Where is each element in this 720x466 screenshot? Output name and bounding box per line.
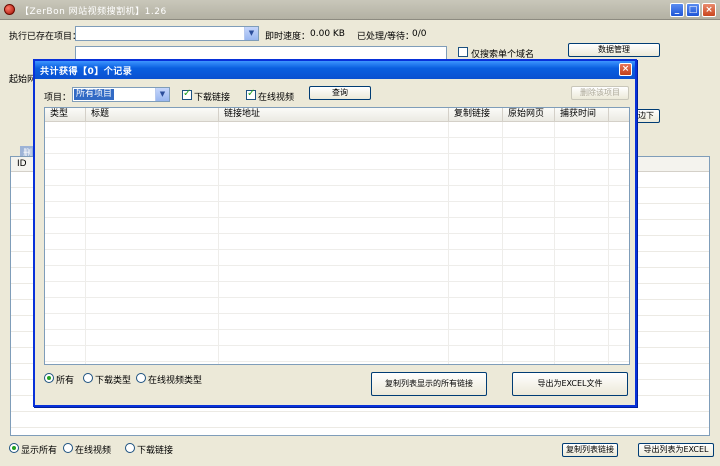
exec-project-combo[interactable]: ▼ (75, 26, 259, 41)
chevron-down-icon[interactable]: ▼ (244, 27, 258, 40)
project-select[interactable]: 所有项目 ▼ (72, 87, 170, 102)
grid-vline (448, 122, 449, 364)
online-video-radio[interactable] (63, 443, 73, 453)
show-all-label: 显示所有 (21, 446, 58, 456)
filter-download-label: 下载类型 (95, 376, 132, 386)
project-select-value: 所有项目 (74, 89, 115, 100)
filter-online-video-radio[interactable] (136, 373, 146, 383)
column-type[interactable]: 类型 (45, 108, 86, 122)
show-all-radio[interactable] (9, 443, 19, 453)
speed-value: 0.00 KB (310, 29, 345, 39)
download-link-radio[interactable] (125, 443, 135, 453)
query-button[interactable]: 查询 (309, 86, 371, 100)
download-link-label: 下载链接 (137, 446, 174, 456)
column-url[interactable]: 链接地址 (219, 108, 449, 122)
online-video-checkbox[interactable] (246, 88, 256, 100)
filter-all-label: 所有 (56, 376, 75, 386)
export-list-excel-button[interactable]: 导出列表为EXCEL (638, 443, 714, 457)
copy-all-links-button[interactable]: 复制列表显示的所有链接 (371, 372, 487, 396)
dialog-title: 共计获得【0】个记录 (40, 67, 133, 77)
records-list-header: 类型 标题 链接地址 复制链接 原始网页 捕获时间 (45, 108, 629, 122)
minimize-button[interactable]: _ (670, 3, 684, 17)
grid-vline (85, 122, 86, 364)
app-icon[interactable] (4, 4, 15, 15)
filter-online-video-label: 在线视频类型 (148, 376, 203, 386)
grid-vline (502, 122, 503, 364)
download-link-filter-label: 下载链接 (194, 93, 231, 103)
records-list-rows (45, 122, 629, 364)
records-dialog[interactable]: 共计获得【0】个记录 × 项目： 所有项目 ▼ 下载链接 在线视频 查询 删除该… (33, 59, 637, 407)
column-title[interactable]: 标题 (86, 108, 219, 122)
grid-vline (218, 122, 219, 364)
column-capture-time[interactable]: 捕获时间 (555, 108, 609, 122)
records-list[interactable]: 类型 标题 链接地址 复制链接 原始网页 捕获时间 (44, 107, 630, 365)
download-link-checkbox[interactable] (182, 88, 192, 100)
grid-vline (554, 122, 555, 364)
chevron-down-icon[interactable]: ▼ (155, 88, 169, 101)
dialog-close-button[interactable]: × (619, 63, 632, 76)
column-source-page[interactable]: 原始网页 (503, 108, 555, 122)
column-copy-link[interactable]: 复制链接 (449, 108, 503, 122)
start-url-label: 起始网 (9, 75, 37, 85)
filter-all-radio[interactable] (44, 373, 54, 383)
filter-download-radio[interactable] (83, 373, 93, 383)
single-domain-checkbox[interactable] (458, 47, 468, 57)
data-manage-button[interactable]: 数据管理 (568, 43, 660, 57)
maximize-button[interactable]: □ (686, 3, 700, 17)
grid-vline (608, 122, 609, 364)
dialog-titlebar[interactable]: 共计获得【0】个记录 × (35, 61, 635, 79)
export-excel-button[interactable]: 导出为EXCEL文件 (512, 372, 628, 396)
copy-list-links-button[interactable]: 复制列表链接 (562, 443, 618, 457)
progress-value: 0/0 (412, 29, 427, 39)
main-titlebar[interactable]: 【ZerBon 网站视频搜割机】1.26 _ □ × (0, 0, 720, 20)
delete-project-button[interactable]: 删除该项目 (571, 86, 629, 100)
window-title: 【ZerBon 网站视频搜割机】1.26 (20, 7, 167, 17)
online-video-label: 在线视频 (75, 446, 112, 456)
progress-label: 已处理/等待： (357, 32, 415, 42)
online-video-filter-label: 在线视频 (258, 93, 295, 103)
exec-project-label: 执行已存在项目： (9, 32, 82, 42)
project-label: 项目： (44, 93, 72, 103)
close-button[interactable]: × (702, 3, 716, 17)
speed-label: 即时速度： (265, 32, 311, 42)
